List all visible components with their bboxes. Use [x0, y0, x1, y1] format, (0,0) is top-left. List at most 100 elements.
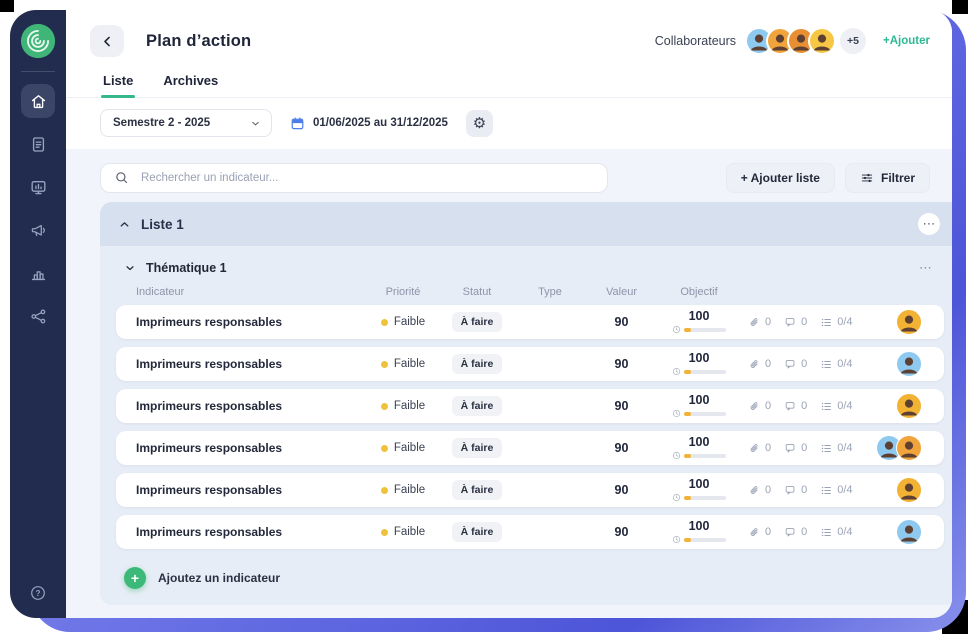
priority-cell: Faible [367, 358, 439, 370]
checklist-counter[interactable]: 0/4 [820, 400, 852, 413]
avatar [896, 519, 922, 545]
comments-counter[interactable]: 0 [784, 442, 807, 455]
table-row[interactable]: Imprimeurs responsables Faible À faire 9… [116, 347, 944, 381]
indicator-name: Imprimeurs responsables [136, 525, 367, 539]
checklist-counter[interactable]: 0/4 [820, 358, 852, 371]
svg-text:?: ? [36, 589, 41, 598]
checklist-counter[interactable]: 0/4 [820, 316, 852, 329]
collaborators-cluster: Collaborateurs +5 +Ajouter [655, 26, 930, 56]
comments-counter[interactable]: 0 [784, 526, 807, 539]
table-row[interactable]: Imprimeurs responsables Faible À faire 9… [116, 473, 944, 507]
comments-counter[interactable]: 0 [784, 358, 807, 371]
priority-label: Faible [394, 358, 425, 370]
priority-cell: Faible [367, 442, 439, 454]
priority-label: Faible [394, 442, 425, 454]
add-indicator-label: Ajoutez un indicateur [158, 571, 280, 585]
priority-dot-icon [381, 445, 388, 452]
progress-fill [684, 538, 691, 542]
comments-counter[interactable]: 0 [784, 400, 807, 413]
collaborators-extra-badge: +5 [838, 26, 868, 56]
sidebar-item-home[interactable] [21, 84, 55, 118]
sidebar-item-dashboard[interactable] [21, 170, 55, 204]
sidebar-item-network[interactable] [21, 299, 55, 333]
sidebar-item-communication[interactable] [21, 213, 55, 247]
add-indicator-button[interactable]: + Ajoutez un indicateur [116, 557, 944, 589]
avatar [896, 309, 922, 335]
network-icon [29, 307, 48, 326]
status-badge: À faire [452, 438, 503, 458]
date-range[interactable]: 01/06/2025 au 31/12/2025 [290, 116, 448, 131]
sidebar-item-documents[interactable] [21, 127, 55, 161]
collaborator-avatars [745, 27, 836, 55]
clock-icon [672, 451, 681, 460]
period-select-value: Semestre 2 - 2025 [113, 117, 250, 129]
column-priority: Priorité [367, 286, 439, 298]
objective-progress [672, 535, 726, 544]
comments-counter[interactable]: 0 [784, 316, 807, 329]
status-cell: À faire [439, 312, 515, 332]
row-actions: 0 0 0/4 [740, 400, 868, 413]
theme-header[interactable]: Thématique 1 ⋯ [116, 254, 944, 276]
comment-icon [784, 484, 797, 497]
objective-value: 100 [689, 394, 710, 408]
list-menu-button[interactable]: ⋯ [918, 213, 940, 235]
theme-menu-button[interactable]: ⋯ [919, 260, 936, 276]
sidebar: ? [10, 10, 66, 618]
objective-cell: 100 [658, 352, 740, 377]
column-objective: Objectif [658, 286, 740, 298]
table-row[interactable]: Imprimeurs responsables Faible À faire 9… [116, 305, 944, 339]
attachments-counter[interactable]: 0 [748, 358, 771, 371]
value-cell: 90 [585, 399, 658, 413]
add-collaborator-link[interactable]: +Ajouter [883, 35, 930, 47]
attachments-counter[interactable]: 0 [748, 316, 771, 329]
value-cell: 90 [585, 483, 658, 497]
collaborators-label: Collaborateurs [655, 34, 736, 48]
attachments-counter[interactable]: 0 [748, 484, 771, 497]
checklist-counter[interactable]: 0/4 [820, 442, 852, 455]
avatar [896, 435, 922, 461]
list-header[interactable]: Liste 1 ⋯ [100, 202, 952, 246]
column-value: Valeur [585, 286, 658, 298]
checklist-counter[interactable]: 0/4 [820, 484, 852, 497]
content-area: + Ajouter liste Filtrer Liste 1 ⋯ [66, 149, 952, 618]
table-row[interactable]: Imprimeurs responsables Faible À faire 9… [116, 515, 944, 549]
back-button[interactable] [90, 25, 124, 57]
bar-chart-icon [29, 264, 48, 283]
sidebar-item-statistics[interactable] [21, 256, 55, 290]
row-avatars [868, 519, 934, 545]
filter-button[interactable]: Filtrer [845, 163, 930, 193]
status-badge: À faire [452, 312, 503, 332]
monitor-chart-icon [29, 178, 48, 197]
attachments-counter[interactable]: 0 [748, 442, 771, 455]
table-row[interactable]: Imprimeurs responsables Faible À faire 9… [116, 389, 944, 423]
paperclip-icon [748, 442, 761, 455]
checklist-icon [820, 316, 833, 329]
settings-button[interactable]: ⚙ [466, 110, 493, 137]
checklist-counter[interactable]: 0/4 [820, 526, 852, 539]
filter-row: Semestre 2 - 2025 01/06/2025 au 31/12/20… [66, 98, 952, 149]
add-list-button[interactable]: + Ajouter liste [726, 163, 835, 193]
period-select[interactable]: Semestre 2 - 2025 [100, 109, 272, 137]
status-cell: À faire [439, 438, 515, 458]
sliders-icon [860, 171, 874, 185]
priority-cell: Faible [367, 316, 439, 328]
clock-icon [672, 409, 681, 418]
chevron-down-icon [250, 118, 261, 129]
paperclip-icon [748, 526, 761, 539]
priority-cell: Faible [367, 526, 439, 538]
objective-progress [672, 325, 726, 334]
plus-icon: + [124, 567, 146, 589]
status-cell: À faire [439, 522, 515, 542]
table-row[interactable]: Imprimeurs responsables Faible À faire 9… [116, 431, 944, 465]
attachments-counter[interactable]: 0 [748, 400, 771, 413]
progress-track [684, 496, 726, 500]
help-button[interactable]: ? [10, 584, 66, 602]
comments-counter[interactable]: 0 [784, 484, 807, 497]
app-logo-icon[interactable] [20, 23, 56, 59]
tab-liste[interactable]: Liste [103, 73, 133, 97]
search-input[interactable] [100, 163, 608, 193]
tab-archives[interactable]: Archives [163, 73, 218, 97]
attachments-counter[interactable]: 0 [748, 526, 771, 539]
avatar [896, 393, 922, 419]
row-actions: 0 0 0/4 [740, 358, 868, 371]
